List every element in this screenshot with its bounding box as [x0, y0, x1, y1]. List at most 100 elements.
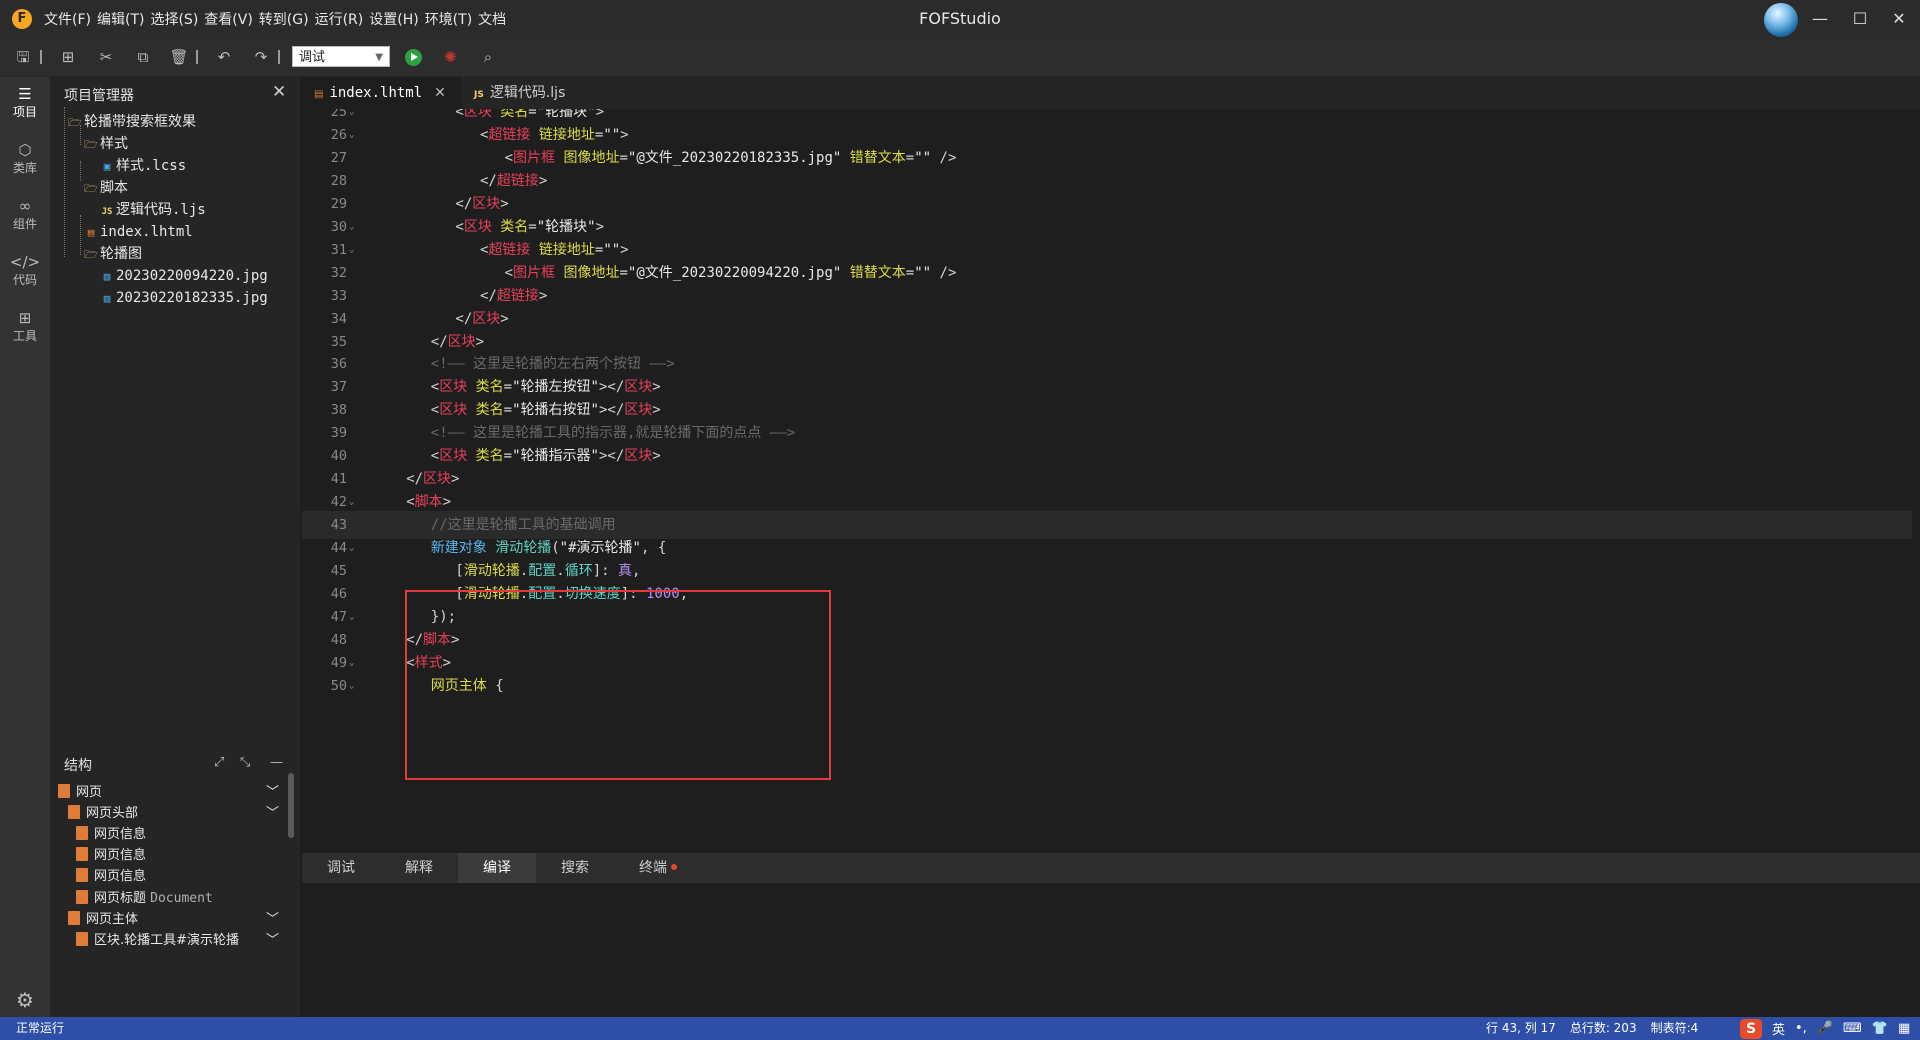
panel-output[interactable]: [302, 883, 1920, 1017]
code-token: 滑动轮播: [463, 563, 520, 579]
status-run-state: 正常运行: [16, 1021, 65, 1035]
preview-search-icon[interactable]: ⌕: [478, 47, 498, 67]
panel-tab-search[interactable]: 搜索: [536, 853, 614, 883]
code-token: 新建对象: [430, 540, 487, 557]
redo-icon[interactable]: ↷: [251, 47, 271, 67]
avatar[interactable]: [1764, 3, 1798, 37]
menu-docs[interactable]: 文档: [478, 9, 506, 29]
tree-item-script-file[interactable]: JS 逻辑代码.ljs: [50, 199, 300, 221]
tree-item-carousel[interactable]: 🗁 轮播图: [50, 243, 300, 265]
code-token: <: [504, 149, 514, 166]
structure-item[interactable]: 区块.轮播工具#演示轮播: [76, 929, 239, 953]
keyboard-icon[interactable]: ⌨: [1843, 1021, 1862, 1036]
close-window-icon[interactable]: ✕: [1888, 9, 1910, 29]
cut-icon[interactable]: ✂: [96, 47, 116, 67]
chevron-down-icon[interactable]: ﹀: [266, 781, 279, 800]
editor-tabs: ▤ index.lhtml ✕ JS 逻辑代码.ljs: [302, 77, 1920, 109]
menu-environment[interactable]: 环境(T): [425, 9, 472, 29]
tree-item-image-1[interactable]: ▨ 20230220094220.jpg: [50, 265, 300, 287]
tab-index[interactable]: ▤ index.lhtml ✕: [302, 77, 462, 109]
menu-settings[interactable]: 设置(H): [369, 9, 418, 29]
run-mode-select[interactable]: 调试 ▼: [292, 46, 390, 67]
ime-punct-icon[interactable]: •,: [1795, 1021, 1807, 1036]
code-token: 图片框: [513, 264, 556, 281]
tab-size[interactable]: 制表符:4: [1651, 1017, 1699, 1040]
code-icon: </>: [9, 253, 41, 271]
total-lines: 总行数: 203: [1569, 1021, 1637, 1035]
save-all-icon[interactable]: ⊞: [58, 47, 78, 67]
copy-icon[interactable]: ⧉: [133, 47, 153, 67]
expand-icon[interactable]: ⤢: [214, 755, 224, 770]
close-icon[interactable]: ✕: [434, 85, 446, 101]
code-line[interactable]: 50 ⌄ 网页主体 {: [302, 672, 1912, 700]
grid-icon[interactable]: ▦: [1898, 1021, 1910, 1036]
code-token: 区块: [447, 333, 476, 350]
panel-tab-interpret[interactable]: 解释: [380, 853, 458, 883]
tree-item-index[interactable]: ▤ index.lhtml: [50, 221, 300, 243]
panel-tab-debug[interactable]: 调试: [302, 853, 380, 883]
bug-icon[interactable]: ✺: [444, 48, 457, 66]
toolbar-separator: [196, 50, 198, 64]
fold-chevron-icon[interactable]: ⌄: [349, 672, 354, 700]
code-token: "轮播块": [536, 109, 596, 120]
maximize-icon[interactable]: ☐: [1849, 9, 1871, 29]
element-icon: [76, 932, 88, 946]
code-token: {: [486, 677, 504, 694]
structure-item[interactable]: 网页信息: [76, 865, 146, 889]
tab-logic[interactable]: JS 逻辑代码.ljs: [462, 77, 612, 109]
structure-item-label: 网页主体: [86, 912, 139, 927]
menu-select[interactable]: 选择(S): [150, 9, 198, 29]
save-icon[interactable]: 🖫: [13, 47, 33, 67]
code-token: =: [619, 149, 628, 166]
undo-icon[interactable]: ↶: [214, 47, 234, 67]
activity-components[interactable]: ∞ 组件: [0, 191, 50, 241]
run-button[interactable]: [405, 49, 422, 66]
code-token: 超链接: [496, 172, 539, 189]
menu-run[interactable]: 运行(R): [315, 9, 364, 29]
ime-toolbar[interactable]: S 英 •, 🎤 ⌨ 👕 ▦: [1740, 1017, 1910, 1040]
tree-item-image-2[interactable]: ▨ 20230220182335.jpg: [50, 287, 300, 309]
tree-item-project[interactable]: 🗁 轮播带搜索框效果: [50, 111, 300, 133]
activity-tools[interactable]: ⊞ 工具: [0, 303, 50, 353]
sidebar: 项目管理器 ✕ 🗁 轮播带搜索框效果 🗁 样式 ▣ 样式.lcss 🗁 脚本 JS 逻辑代…: [50, 77, 300, 1017]
chevron-down-icon[interactable]: ﹀: [266, 908, 279, 927]
minus-icon[interactable]: —: [270, 755, 283, 770]
tree-item-styles[interactable]: 🗁 样式: [50, 133, 300, 155]
gear-icon[interactable]: ⚙: [10, 988, 40, 1012]
menu-file[interactable]: 文件(F): [44, 9, 91, 29]
code-token: 1000: [646, 585, 680, 602]
tree-item-scripts[interactable]: 🗁 脚本: [50, 177, 300, 199]
structure-scrollbar[interactable]: [288, 773, 294, 838]
collapse-icon[interactable]: ⤡: [240, 755, 250, 770]
tree-item-style-file[interactable]: ▣ 样式.lcss: [50, 155, 300, 177]
code-editor[interactable]: 25 ⌄ <区块 类名="轮播块"> 26 ⌄ <超链接 链接地址=""> 27 <图片框 图…: [302, 109, 1920, 844]
panel-tab-compile[interactable]: 编译: [458, 853, 536, 883]
minimize-icon[interactable]: —: [1809, 9, 1831, 29]
menu-edit[interactable]: 编辑(T): [97, 9, 144, 29]
code-token: >: [500, 310, 509, 327]
shirt-icon[interactable]: 👕: [1872, 1021, 1888, 1036]
activity-code[interactable]: </> 代码: [0, 247, 50, 297]
code-token: >: [538, 172, 548, 189]
close-icon[interactable]: ✕: [272, 82, 286, 102]
chevron-down-icon[interactable]: ﹀: [266, 802, 279, 821]
code-token: .: [556, 563, 565, 579]
cursor-position[interactable]: 行 43, 列 17: [1486, 1017, 1556, 1040]
panel-tabs: 调试 解释 编译 搜索 终端: [302, 853, 1920, 883]
panel-tab-terminal[interactable]: 终端: [614, 853, 702, 883]
code-token: <: [430, 448, 440, 465]
microphone-icon[interactable]: 🎤: [1817, 1021, 1833, 1036]
code-token: [: [455, 585, 464, 602]
activity-project[interactable]: ☰ 项目: [0, 79, 50, 129]
chevron-down-icon[interactable]: ﹀: [266, 929, 279, 948]
code-token: >: [652, 402, 661, 419]
structure-item-label: 网页标题: [94, 891, 147, 906]
delete-icon[interactable]: 🗑: [169, 47, 189, 67]
menu-view[interactable]: 查看(V): [204, 9, 253, 29]
menu-goto[interactable]: 转到(G): [259, 9, 309, 29]
activity-library[interactable]: ⬡ 类库: [0, 135, 50, 185]
app-logo-icon: F: [12, 9, 32, 29]
ime-language[interactable]: 英: [1772, 1019, 1785, 1038]
code-token: });: [430, 608, 457, 625]
code-token: ></: [598, 379, 625, 396]
